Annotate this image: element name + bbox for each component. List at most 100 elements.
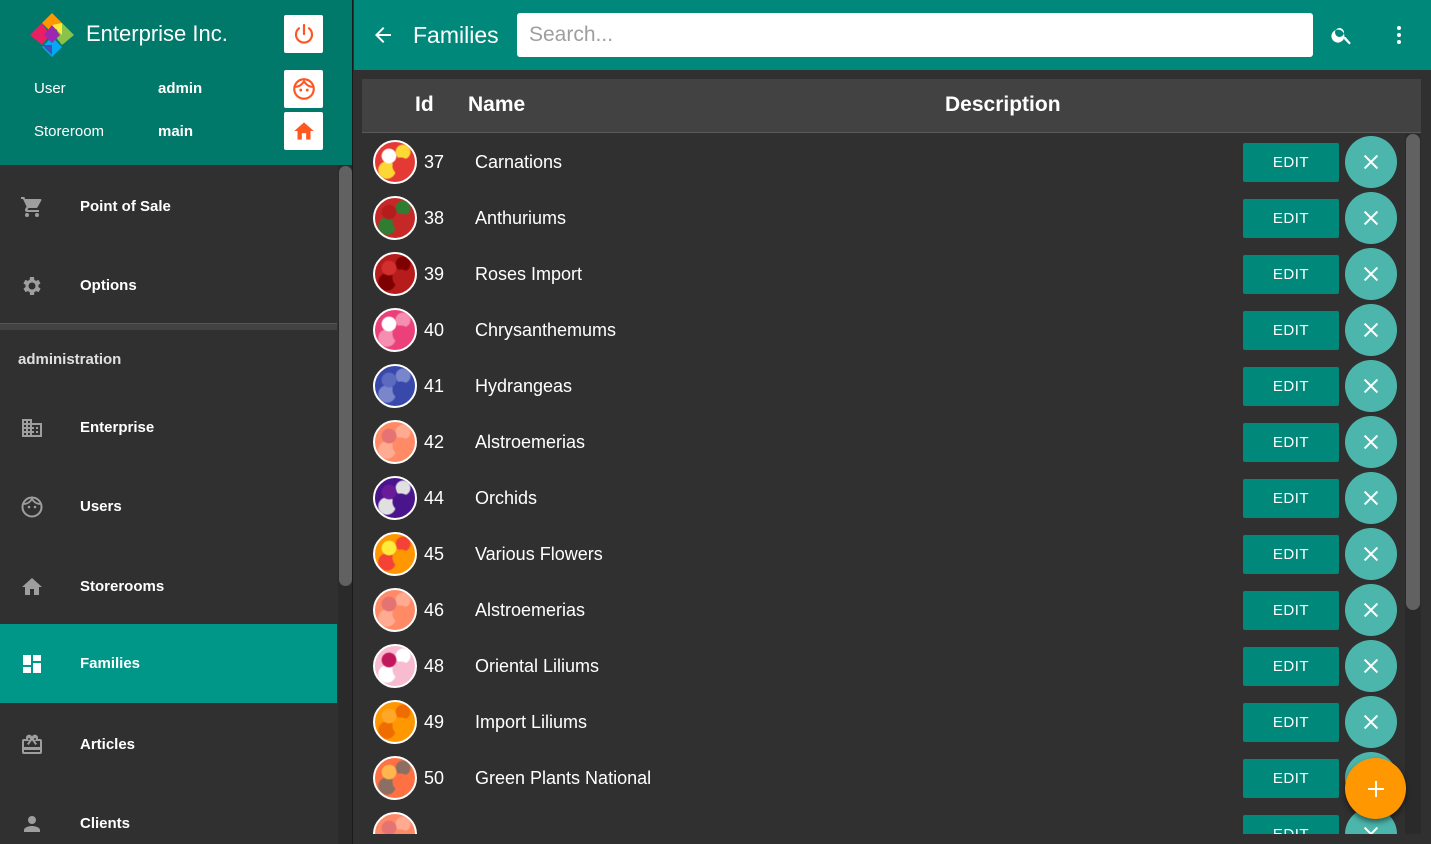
edit-button[interactable]: EDIT [1243,479,1339,518]
table-row[interactable]: 44 Orchids EDIT [362,470,1402,526]
delete-button[interactable] [1345,136,1397,188]
sidebar-item-families[interactable]: Families [0,624,337,703]
plus-icon [1367,780,1384,797]
edit-button[interactable]: EDIT [1243,367,1339,406]
search-icon[interactable] [1330,23,1354,47]
sidebar-item-label: Enterprise [80,419,155,436]
delete-button[interactable] [1345,528,1397,580]
delete-button[interactable] [1345,192,1397,244]
delete-button[interactable] [1345,248,1397,300]
delete-button[interactable] [1345,304,1397,356]
add-family-button[interactable] [1345,758,1406,819]
family-avatar [373,420,417,464]
family-name: Alstroemerias [475,600,586,620]
sidebar-item-users[interactable]: Users [0,467,337,546]
close-icon [1363,714,1379,730]
family-avatar [373,252,417,296]
arrow-back-icon[interactable] [371,23,395,47]
power-button[interactable] [284,15,323,53]
close-icon [1363,546,1379,562]
family-name: Green Plants National [475,768,652,788]
edit-button[interactable]: EDIT [1243,199,1339,238]
family-avatar [373,588,417,632]
sidebar-item-articles[interactable]: Articles [0,705,337,784]
column-header-id[interactable]: Id [415,93,434,117]
close-icon [1363,490,1379,506]
table-row[interactable]: 50 Green Plants National EDIT [362,750,1402,806]
edit-button[interactable]: EDIT [1243,591,1339,630]
edit-button[interactable]: EDIT [1243,759,1339,798]
column-header-description[interactable]: Description [945,93,1061,117]
edit-button[interactable]: EDIT [1243,647,1339,686]
delete-button[interactable] [1345,640,1397,692]
close-icon [1363,154,1379,170]
sidebar-header: Enterprise Inc. User admin Storeroom mai… [0,0,352,165]
edit-button[interactable]: EDIT [1243,311,1339,350]
sidebar-item-point-of-sale[interactable]: Point of Sale [0,167,337,246]
family-name: Hydrangeas [475,376,573,396]
family-name: Chrysanthemums [475,320,617,340]
table-row[interactable]: 48 Oriental Liliums EDIT [362,638,1402,694]
table-row[interactable]: 38 Anthuriums EDIT [362,190,1402,246]
delete-button[interactable] [1345,360,1397,412]
app-window: Enterprise Inc. User admin Storeroom mai… [0,0,1431,844]
family-id: 41 [424,376,445,396]
table-row[interactable]: 45 Various Flowers EDIT [362,526,1402,582]
sidebar-item-label: Articles [80,736,136,753]
table-row[interactable]: 46 Alstroemerias EDIT [362,582,1402,638]
user-face-button[interactable] [284,70,323,108]
table-body: 37 Carnations EDIT 38 Anthuriums EDIT 39 Roses … [362,134,1402,834]
sidebar-item-clients[interactable]: Clients [0,784,337,844]
section-header-administration: administration [18,351,122,368]
family-id: 46 [424,600,445,620]
family-avatar [373,364,417,408]
family-id: 39 [424,264,445,284]
cart-icon [20,195,44,219]
delete-button[interactable] [1345,472,1397,524]
family-id: 48 [424,656,445,676]
table-row[interactable]: 37 Carnations EDIT [362,134,1402,190]
edit-button[interactable]: EDIT [1243,535,1339,574]
delete-button[interactable] [1345,416,1397,468]
delete-button[interactable] [1345,584,1397,636]
gift-card-icon [20,733,44,757]
table-row[interactable]: 49 Import Liliums EDIT [362,694,1402,750]
family-avatar [373,140,417,184]
sidebar-scrollbar-thumb[interactable] [339,166,352,586]
family-id: 40 [424,320,445,340]
sidebar-item-enterprise[interactable]: Enterprise [0,388,337,467]
edit-button[interactable]: EDIT [1243,423,1339,462]
column-header-name[interactable]: Name [468,93,525,117]
edit-button[interactable]: EDIT [1243,255,1339,294]
search-input[interactable] [517,13,1313,57]
table-row[interactable]: 39 Roses Import EDIT [362,246,1402,302]
edit-button[interactable]: EDIT [1243,143,1339,182]
table-row[interactable]: EDIT [362,806,1402,834]
family-avatar [373,756,417,800]
sidebar-item-label: Clients [80,815,131,832]
home-button[interactable] [284,112,323,150]
edit-button[interactable]: EDIT [1243,815,1339,834]
sidebar-item-label: Point of Sale [80,198,171,215]
sidebar-item-storerooms[interactable]: Storerooms [0,547,337,626]
face-icon [292,78,315,100]
more-vert-icon[interactable] [1389,23,1409,47]
family-name: Roses Import [475,264,583,284]
family-name: Anthuriums [475,208,567,228]
family-avatar [373,196,417,240]
family-name: Orchids [475,488,538,508]
family-name: Alstroemerias [475,432,586,452]
sidebar-item-options[interactable]: Options [0,246,337,325]
home-icon [293,122,314,140]
table-row[interactable]: 42 Alstroemerias EDIT [362,414,1402,470]
table-row[interactable]: 41 Hydrangeas EDIT [362,358,1402,414]
delete-button[interactable] [1345,696,1397,748]
edit-button[interactable]: EDIT [1243,703,1339,742]
family-avatar [373,532,417,576]
close-icon [1363,210,1379,226]
table-scrollbar-thumb[interactable] [1406,134,1420,610]
family-name: Carnations [475,152,563,172]
user-value: admin [158,80,203,97]
table-row[interactable]: 40 Chrysanthemums EDIT [362,302,1402,358]
family-id: 38 [424,208,445,228]
